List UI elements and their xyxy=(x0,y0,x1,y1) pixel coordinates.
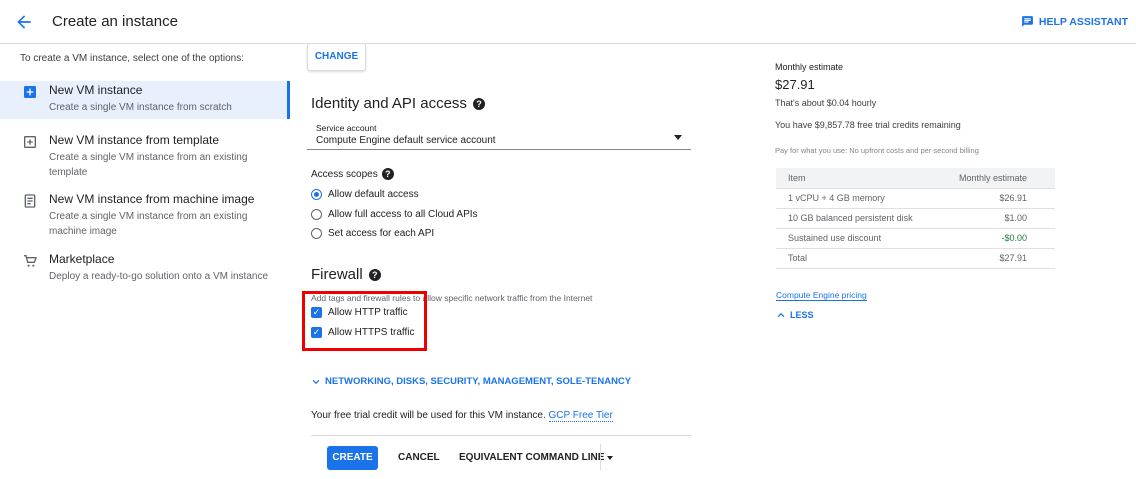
divider xyxy=(311,435,692,436)
identity-section-title: Identity and API access ? xyxy=(311,95,485,112)
table-row: Sustained use discount -$0.00 xyxy=(776,228,1055,249)
top-bar: Create an instance HELP ASSISTANT xyxy=(0,0,1136,44)
scope-radio-full[interactable]: Allow full access to all Cloud APIs xyxy=(311,209,478,220)
add-box-icon xyxy=(24,86,36,98)
option-desc: Create a single VM instance from scratch xyxy=(49,102,232,113)
scope-label: Set access for each API xyxy=(328,228,435,239)
help-assistant-button[interactable]: HELP ASSISTANT xyxy=(1021,15,1128,28)
template-icon xyxy=(24,136,36,148)
options-intro: To create a VM instance, select one of t… xyxy=(20,53,245,64)
creation-options-panel: To create a VM instance, select one of t… xyxy=(0,44,290,479)
cancel-button[interactable]: CANCEL xyxy=(398,452,440,463)
scope-label: Allow default access xyxy=(328,189,419,200)
column-header: Item xyxy=(776,168,938,189)
gcp-free-tier-link[interactable]: GCP Free Tier xyxy=(548,410,613,422)
option-new-vm-instance[interactable]: New VM instance Create a single VM insta… xyxy=(0,81,290,119)
scope-radio-each-api[interactable]: Set access for each API xyxy=(311,228,434,239)
table-cell: 1 vCPU + 4 GB memory xyxy=(776,188,938,209)
dropdown-caret-icon[interactable] xyxy=(607,456,613,460)
option-title: New VM instance from template xyxy=(49,133,220,147)
option-from-template[interactable]: New VM instance from template Create a s… xyxy=(0,131,290,181)
cart-icon xyxy=(24,255,37,267)
estimate-billing-note: Pay for what you use: No upfront costs a… xyxy=(775,146,979,155)
option-desc: Deploy a ready-to-go solution onto a VM … xyxy=(49,271,269,282)
trial-text: Your free trial credit will be used for … xyxy=(311,410,546,421)
option-from-machine-image[interactable]: New VM instance from machine image Creat… xyxy=(0,190,290,240)
chevron-up-icon xyxy=(777,312,785,318)
help-icon[interactable]: ? xyxy=(472,97,485,110)
compute-engine-pricing-link[interactable]: Compute Engine pricing xyxy=(776,290,867,301)
divider xyxy=(600,444,601,470)
page-title: Create an instance xyxy=(52,13,178,30)
table-row: Total $27.91 xyxy=(776,248,1055,269)
table-cell: Total xyxy=(776,248,938,269)
table-cell: Sustained use discount xyxy=(776,228,938,249)
table-row: 10 GB balanced persistent disk $1.00 xyxy=(776,208,1055,229)
chat-icon xyxy=(1022,16,1033,27)
table-cell: $27.91 xyxy=(937,248,1055,269)
table-cell: $1.00 xyxy=(937,208,1055,229)
networking-link-label: NETWORKING, DISKS, SECURITY, MANAGEMENT,… xyxy=(325,376,632,387)
machine-image-icon xyxy=(24,194,36,208)
estimate-price: $27.91 xyxy=(775,77,815,92)
help-assistant-label: HELP ASSISTANT xyxy=(1038,15,1128,28)
service-account-select[interactable]: Service account Compute Engine default s… xyxy=(307,123,691,150)
scopes-title-text: Access scopes xyxy=(311,168,378,180)
highlight-annotation-box xyxy=(302,291,427,351)
identity-title-text: Identity and API access xyxy=(311,95,467,112)
table-cell: 10 GB balanced persistent disk xyxy=(776,208,938,229)
radio-unchecked-icon[interactable] xyxy=(311,228,322,239)
dropdown-caret-icon xyxy=(674,135,682,140)
less-toggle[interactable]: LESS xyxy=(776,310,814,320)
scope-label: Allow full access to all Cloud APIs xyxy=(328,209,478,220)
option-desc: Create a single VM instance from an exis… xyxy=(49,211,248,237)
estimate-hourly: That's about $0.04 hourly xyxy=(775,98,877,108)
back-arrow-icon[interactable] xyxy=(14,12,34,32)
less-label: LESS xyxy=(790,310,814,320)
service-account-value: Compute Engine default service account xyxy=(316,135,496,146)
networking-expand-link[interactable]: NETWORKING, DISKS, SECURITY, MANAGEMENT,… xyxy=(311,376,631,387)
scope-radio-default[interactable]: Allow default access xyxy=(311,189,419,200)
service-account-label: Service account xyxy=(316,123,377,133)
column-header: Monthly estimate xyxy=(937,168,1055,189)
estimate-credits: You have $9,857.78 free trial credits re… xyxy=(775,120,961,130)
radio-checked-icon[interactable] xyxy=(311,189,322,200)
firewall-section-title: Firewall ? xyxy=(311,266,381,283)
firewall-title-text: Firewall xyxy=(311,266,363,283)
estimate-heading: Monthly estimate xyxy=(775,62,844,72)
chevron-down-icon xyxy=(312,379,320,384)
table-cell: $26.91 xyxy=(937,188,1055,209)
option-marketplace[interactable]: Marketplace Deploy a ready-to-go solutio… xyxy=(0,250,290,284)
table-header-row: Item Monthly estimate xyxy=(776,168,1055,189)
estimate-table: Item Monthly estimate 1 vCPU + 4 GB memo… xyxy=(776,168,1055,269)
table-row: 1 vCPU + 4 GB memory $26.91 xyxy=(776,188,1055,209)
access-scopes-title: Access scopes ? xyxy=(311,168,394,180)
change-button[interactable]: CHANGE xyxy=(307,43,366,71)
option-title: New VM instance from machine image xyxy=(49,192,255,206)
table-cell: -$0.00 xyxy=(937,228,1055,249)
option-desc: Create a single VM instance from an exis… xyxy=(49,152,248,178)
help-icon[interactable]: ? xyxy=(381,168,394,180)
equivalent-command-line-button[interactable]: EQUIVALENT COMMAND LINE xyxy=(459,452,604,463)
create-button[interactable]: CREATE xyxy=(327,446,378,470)
option-title: New VM instance xyxy=(49,83,143,97)
help-icon[interactable]: ? xyxy=(368,268,381,281)
option-title: Marketplace xyxy=(49,252,115,266)
trial-notice: Your free trial credit will be used for … xyxy=(311,410,613,422)
radio-unchecked-icon[interactable] xyxy=(311,209,322,220)
